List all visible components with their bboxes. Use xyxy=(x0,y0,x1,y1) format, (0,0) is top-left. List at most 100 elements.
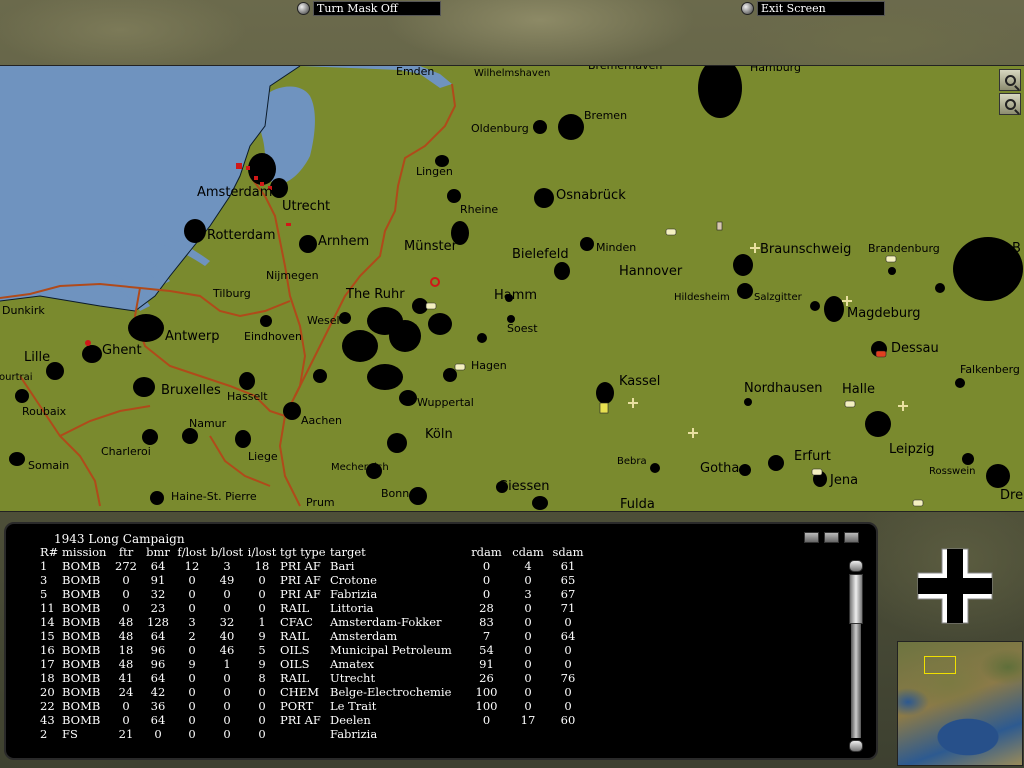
table-cell: PORT xyxy=(280,699,314,713)
table-cell: 0 xyxy=(564,685,572,699)
column-header[interactable]: bmr xyxy=(142,545,174,559)
table-cell: 4 xyxy=(524,559,532,573)
scroll-up-icon[interactable] xyxy=(849,560,863,572)
missions-table: R# mission ftr bmr f/lost b/lost i/lost tgt typ… xyxy=(40,545,588,741)
minimap-viewport[interactable] xyxy=(924,656,956,674)
table-cell: 0 xyxy=(482,559,491,573)
column-header[interactable]: mission xyxy=(62,545,110,559)
table-cell: 49 xyxy=(219,573,235,587)
table-row[interactable]: 43 BOMB 0 64 0 0 0 PRI AF Deelen 0 17 60 xyxy=(40,713,588,727)
scroll-down-icon[interactable] xyxy=(849,740,863,752)
table-cell xyxy=(465,727,508,741)
column-header[interactable]: b/lost xyxy=(210,545,244,559)
table-row[interactable]: 17 BOMB 48 96 9 1 9 OILS Amatex 91 0 0 xyxy=(40,657,588,671)
table-cell: 32 xyxy=(219,615,235,629)
missions-scrollbar[interactable] xyxy=(849,560,863,752)
table-cell: Amatex xyxy=(330,657,374,671)
table-row[interactable]: 2 FS 21 0 0 0 0 Fabrizia xyxy=(40,727,588,741)
table-cell: BOMB xyxy=(62,573,101,587)
campaign-map[interactable]: Emden Wilhelmshaven Bremerhaven Hamburg Olde… xyxy=(0,65,1024,512)
city-label: Wilhelmshaven xyxy=(474,68,551,79)
column-header[interactable]: rdam xyxy=(465,545,508,559)
exit-screen-button[interactable]: Exit Screen xyxy=(741,1,885,16)
table-cell: 17 xyxy=(40,657,55,671)
column-header[interactable]: f/lost xyxy=(174,545,210,559)
table-row[interactable]: 5 BOMB 0 32 0 0 0 PRI AF Fabrizia 0 3 67 xyxy=(40,587,588,601)
city-label: Emden xyxy=(396,65,435,78)
city-label: Arnhem xyxy=(318,234,370,249)
zoom-out-button[interactable] xyxy=(999,93,1021,115)
table-cell: 0 xyxy=(122,573,130,587)
table-cell: 11 xyxy=(40,601,55,615)
table-cell: 23 xyxy=(150,601,166,615)
table-row[interactable]: 20 BOMB 24 42 0 0 0 CHEM Belge-Electrochemie 100 0… xyxy=(40,685,588,699)
maximize-button[interactable] xyxy=(844,532,859,543)
table-row[interactable]: 22 BOMB 0 36 0 0 0 PORT Le Trait 100 0 0 xyxy=(40,699,588,713)
city-label: ourtrai xyxy=(0,372,33,383)
city-label: Falkenberg xyxy=(960,363,1020,376)
city-label: B xyxy=(1012,241,1021,256)
city-label: Tilburg xyxy=(213,287,251,300)
table-row[interactable]: 14 BOMB 48 128 3 32 1 CFAC Amsterdam-Fokker 83 0 0 xyxy=(40,615,588,629)
column-header[interactable]: target xyxy=(330,545,465,559)
table-cell: 12 xyxy=(184,559,200,573)
table-cell: 18 xyxy=(118,643,134,657)
zoom-in-button[interactable] xyxy=(999,69,1021,91)
table-cell: 1 xyxy=(40,559,48,573)
scroll-thumb[interactable] xyxy=(849,574,863,624)
city-label: Jena xyxy=(830,473,859,488)
table-cell: 15 xyxy=(40,629,55,643)
table-cell: 0 xyxy=(564,615,572,629)
table-cell: 64 xyxy=(150,559,166,573)
city-label: Leipzig xyxy=(889,442,935,457)
city-label: Rheine xyxy=(460,203,499,216)
table-cell: Amsterdam-Fokker xyxy=(330,615,442,629)
table-cell: 48 xyxy=(118,615,134,629)
minimize-button[interactable] xyxy=(804,532,819,543)
table-cell: BOMB xyxy=(62,685,101,699)
table-row[interactable]: 18 BOMB 41 64 0 0 8 RAIL Utrecht 26 0 76 xyxy=(40,671,588,685)
table-cell: 46 xyxy=(219,643,235,657)
table-cell: 24 xyxy=(118,685,134,699)
city-label: Bonn xyxy=(381,487,410,500)
column-header[interactable]: ftr xyxy=(110,545,142,559)
zoom-in-icon xyxy=(1004,74,1016,86)
city-label: Münster xyxy=(404,239,457,254)
column-header[interactable]: sdam xyxy=(548,545,588,559)
table-cell: 0 xyxy=(524,615,532,629)
table-row[interactable]: 3 BOMB 0 91 0 49 0 PRI AF Crotone 0 0 65 xyxy=(40,573,588,587)
table-row[interactable]: 16 BOMB 18 96 0 46 5 OILS Municipal Petroleum 54 0… xyxy=(40,643,588,657)
table-cell: 64 xyxy=(150,629,166,643)
table-cell: PRI AF xyxy=(280,559,321,573)
europe-minimap[interactable] xyxy=(897,641,1023,766)
table-row[interactable]: 11 BOMB 0 23 0 0 0 RAIL Littoria 28 0 71 xyxy=(40,601,588,615)
table-cell: Amsterdam xyxy=(330,629,398,643)
table-row[interactable]: 1 BOMB 272 64 12 3 18 PRI AF Bari 0 4 61 xyxy=(40,559,588,573)
table-cell: 96 xyxy=(150,657,166,671)
table-cell: 0 xyxy=(524,699,532,713)
column-header[interactable]: tgt type xyxy=(280,545,330,559)
table-cell: 0 xyxy=(258,727,266,741)
city-label: Namur xyxy=(189,417,227,430)
table-cell xyxy=(508,727,548,741)
table-cell: PRI AF xyxy=(280,587,321,601)
table-cell: 0 xyxy=(122,601,130,615)
city-label: Mechernich xyxy=(331,462,389,473)
city-label: Charleroi xyxy=(101,445,151,458)
city-label: Braunschweig xyxy=(760,242,852,257)
city-label: Bielefeld xyxy=(512,247,569,262)
table-cell: BOMB xyxy=(62,713,101,727)
table-cell: PRI AF xyxy=(280,573,321,587)
restore-button[interactable] xyxy=(824,532,839,543)
city-label: Bremerhaven xyxy=(588,65,663,72)
column-header[interactable]: i/lost xyxy=(244,545,280,559)
table-cell: 0 xyxy=(223,671,231,685)
table-cell: Deelen xyxy=(330,713,371,727)
table-cell: BOMB xyxy=(62,615,101,629)
table-row[interactable]: 15 BOMB 48 64 2 40 9 RAIL Amsterdam 7 0 64 xyxy=(40,629,588,643)
column-header[interactable]: cdam xyxy=(508,545,548,559)
turn-mask-button[interactable]: Turn Mask Off xyxy=(297,1,441,16)
table-cell: 3 xyxy=(524,587,532,601)
table-cell: 0 xyxy=(524,685,532,699)
column-header[interactable]: R# xyxy=(40,545,62,559)
